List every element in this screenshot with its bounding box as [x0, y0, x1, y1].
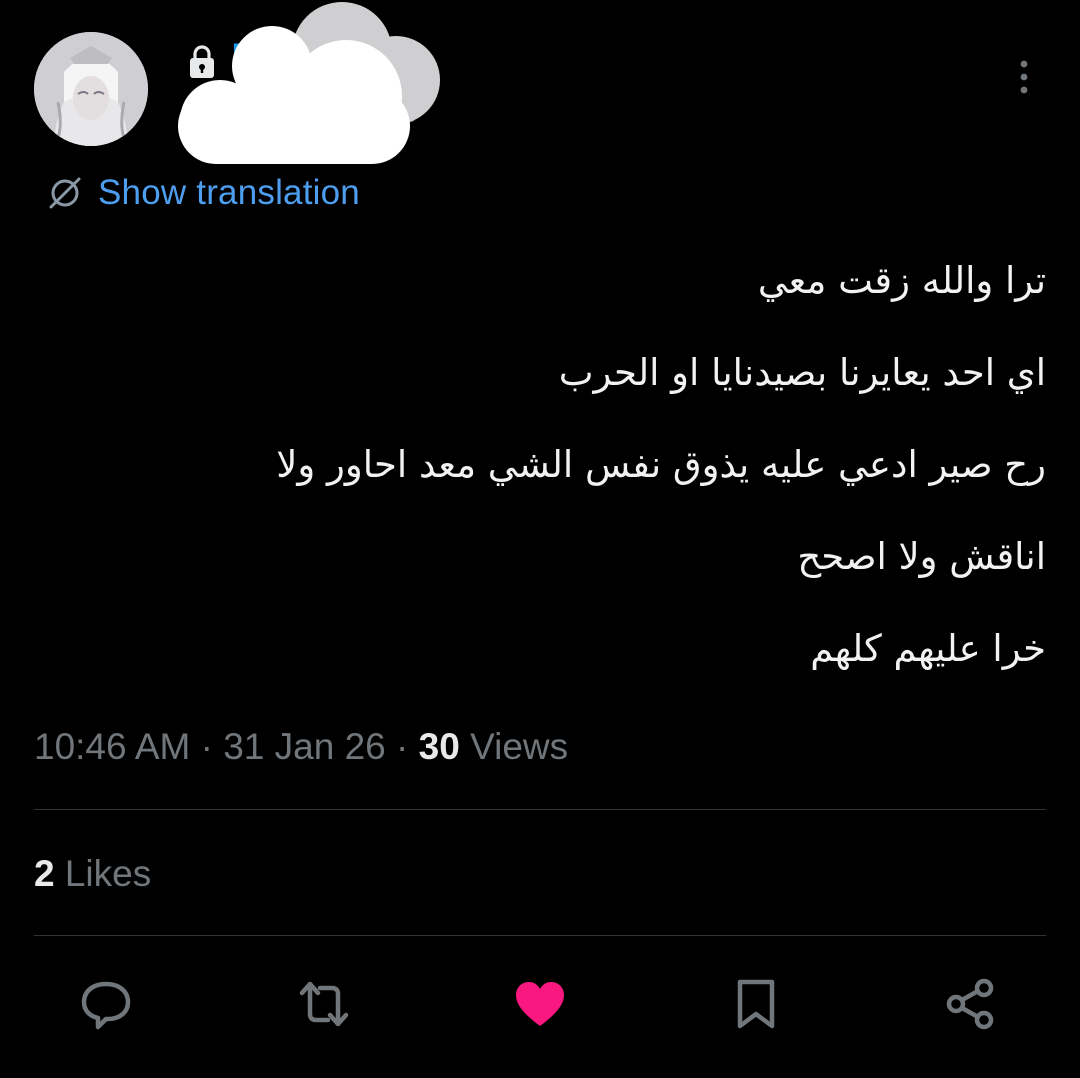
share-button[interactable]: [934, 968, 1006, 1040]
post-time[interactable]: 10:46 AM: [34, 726, 190, 767]
views-label[interactable]: Views: [460, 726, 568, 767]
post-text: ترا والله زقت معي اي احد يعايرنا بصيدناي…: [36, 258, 1046, 718]
divider: [34, 809, 1046, 810]
reply-button[interactable]: [70, 968, 142, 1040]
post-text-line: اناقش ولا اصحح: [797, 535, 1046, 578]
share-icon: [946, 978, 994, 1030]
post-text-line: خرا عليهم كلهم: [810, 627, 1046, 670]
avatar[interactable]: [34, 32, 148, 146]
post-metadata: 10:46 AM · 31 Jan 26 · 30 Views: [34, 726, 568, 768]
translate-globe-icon: [49, 177, 81, 209]
show-translation-link[interactable]: Show translation: [46, 170, 360, 216]
post-detail-screen: N s Show translation ترا والله زقت معي ا…: [0, 0, 1080, 1078]
like-button[interactable]: [504, 968, 576, 1040]
divider: [34, 935, 1046, 936]
post-action-bar: [34, 968, 1046, 1040]
avatar-image: [34, 32, 148, 146]
show-translation-label: Show translation: [98, 173, 360, 212]
repost-icon: [299, 981, 349, 1027]
meta-separator: ·: [190, 726, 224, 767]
meta-separator: ·: [385, 726, 419, 767]
views-count[interactable]: 30: [419, 726, 460, 767]
post-date[interactable]: 31 Jan 26: [223, 726, 386, 767]
reply-icon: [81, 981, 131, 1030]
more-vertical-icon[interactable]: [1012, 58, 1036, 98]
likes-count: 2: [34, 853, 55, 894]
bookmark-button[interactable]: [720, 968, 792, 1040]
likes-label: Likes: [54, 853, 152, 894]
likes-stat[interactable]: 2 Likes: [34, 853, 151, 895]
heart-icon: [516, 982, 564, 1026]
bookmark-icon: [737, 979, 775, 1029]
redaction-cloud: [178, 2, 440, 164]
post-text-line: ترا والله زقت معي: [757, 259, 1046, 302]
repost-button[interactable]: [288, 968, 360, 1040]
post-text-line: اي احد يعايرنا بصيدنايا او الحرب: [558, 351, 1046, 394]
post-text-line: رح صير ادعي عليه يذوق نفس الشي معد احاور…: [276, 443, 1046, 486]
